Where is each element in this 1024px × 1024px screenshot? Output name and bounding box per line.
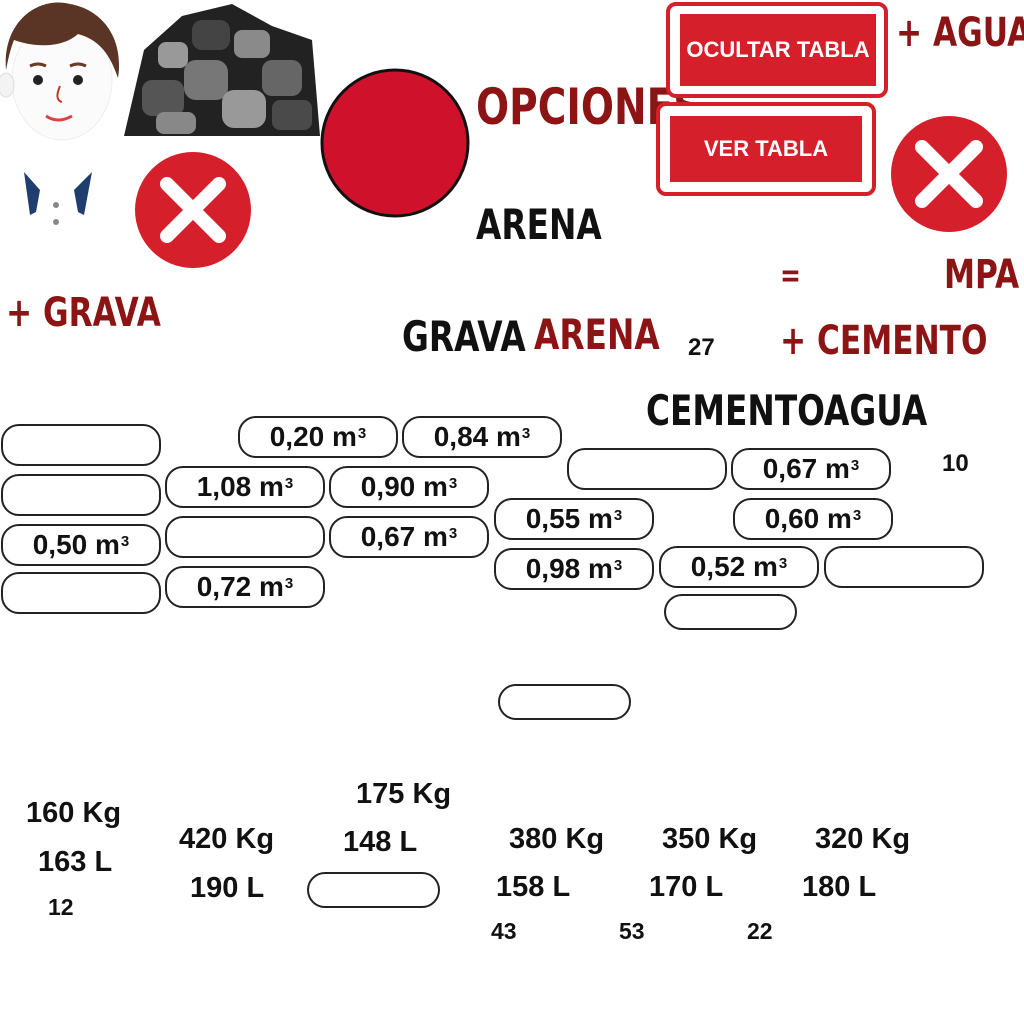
mpa-label: MPA	[944, 252, 1020, 298]
volume-option[interactable]: 0,50 m3	[1, 524, 161, 566]
close-icon[interactable]	[133, 150, 253, 270]
water-label: AGUA	[824, 386, 928, 435]
hide-table-button[interactable]: OCULTAR TABLA	[680, 14, 876, 86]
weight-value: 420 Kg	[179, 823, 275, 855]
cubic-superscript: 3	[284, 574, 294, 592]
volume-value: 0,60 m	[764, 503, 852, 534]
volume-value: 0,67 m	[360, 521, 448, 552]
weight-value: 175 Kg	[356, 778, 452, 810]
small-number: 22	[747, 918, 773, 944]
add-gravel-label: + GRAVA	[6, 290, 161, 336]
volume-option[interactable]: 0,60 m3	[733, 498, 893, 540]
answer-slot[interactable]	[567, 448, 727, 490]
close-icon-right[interactable]	[888, 115, 1010, 233]
liters-value: 158 L	[496, 871, 571, 903]
gravel-label: GRAVA	[402, 312, 526, 361]
add-water-label: + AGUA	[896, 10, 1024, 56]
volume-option[interactable]: 0,98 m3	[494, 548, 654, 590]
volume-value: 0,20 m	[269, 421, 357, 452]
volume-value: 0,67 m	[762, 453, 850, 484]
answer-slot[interactable]	[165, 516, 325, 558]
add-cement-label: + CEMENTO	[780, 318, 988, 364]
answer-slot[interactable]	[1, 474, 161, 516]
cubic-superscript: 3	[448, 474, 458, 492]
character-avatar	[0, 0, 125, 240]
cubic-superscript: 3	[120, 532, 130, 550]
volume-value: 0,90 m	[360, 471, 448, 502]
answer-slot[interactable]	[824, 546, 984, 588]
sand-label: ARENA	[534, 310, 660, 359]
answer-slot[interactable]	[1, 572, 161, 614]
answer-slot[interactable]	[1, 424, 161, 466]
weight-value: 320 Kg	[815, 823, 911, 855]
volume-option[interactable]: 1,08 m3	[165, 466, 325, 508]
red-circle-button[interactable]	[320, 68, 470, 218]
volume-value: 0,50 m	[32, 529, 120, 560]
gravel-pile-image	[122, 0, 322, 140]
number-10: 10	[942, 450, 969, 477]
number-27: 27	[688, 334, 715, 361]
volume-value: 1,08 m	[196, 471, 284, 502]
volume-option[interactable]: 0,84 m3	[402, 416, 562, 458]
cement-label: CEMENTO	[646, 386, 826, 435]
answer-slot[interactable]	[664, 594, 797, 630]
answer-slot[interactable]	[307, 872, 440, 908]
sand-label-top: ARENA	[476, 200, 602, 249]
volume-option[interactable]: 0,67 m3	[329, 516, 489, 558]
cubic-superscript: 3	[613, 506, 623, 524]
small-number: 12	[48, 894, 74, 920]
weight-value: 160 Kg	[26, 797, 122, 829]
cubic-superscript: 3	[850, 456, 860, 474]
answer-slot[interactable]	[498, 684, 631, 720]
cubic-superscript: 3	[521, 424, 531, 442]
small-number: 53	[619, 918, 645, 944]
volume-value: 0,52 m	[690, 551, 778, 582]
cubic-superscript: 3	[357, 424, 367, 442]
cubic-superscript: 3	[778, 554, 788, 572]
volume-option[interactable]: 0,72 m3	[165, 566, 325, 608]
volume-value: 0,55 m	[525, 503, 613, 534]
volume-option[interactable]: 0,90 m3	[329, 466, 489, 508]
weight-value: 350 Kg	[662, 823, 758, 855]
cubic-superscript: 3	[613, 556, 623, 574]
liters-value: 170 L	[649, 871, 724, 903]
equals-sign: =	[780, 256, 801, 294]
weight-value: 380 Kg	[509, 823, 605, 855]
volume-value: 0,98 m	[525, 553, 613, 584]
liters-value: 163 L	[38, 846, 113, 878]
volume-option[interactable]: 0,20 m3	[238, 416, 398, 458]
liters-value: 180 L	[802, 871, 877, 903]
volume-value: 0,72 m	[196, 571, 284, 602]
cubic-superscript: 3	[448, 524, 458, 542]
volume-option[interactable]: 0,67 m3	[731, 448, 891, 490]
cubic-superscript: 3	[284, 474, 294, 492]
volume-option[interactable]: 0,55 m3	[494, 498, 654, 540]
small-number: 43	[491, 918, 517, 944]
volume-value: 0,84 m	[433, 421, 521, 452]
show-table-button[interactable]: VER TABLA	[670, 116, 862, 182]
volume-option[interactable]: 0,52 m3	[659, 546, 819, 588]
liters-value: 190 L	[190, 872, 265, 904]
liters-value: 148 L	[343, 826, 418, 858]
cubic-superscript: 3	[852, 506, 862, 524]
